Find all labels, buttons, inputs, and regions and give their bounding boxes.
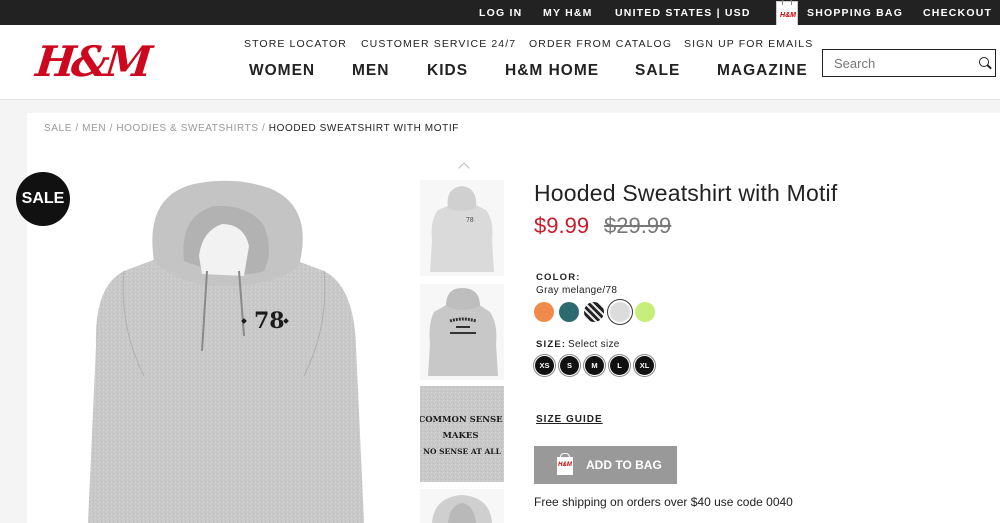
breadcrumb-current: HOODED SWEATSHIRT WITH MOTIF bbox=[268, 123, 459, 134]
breadcrumb-separator: / bbox=[262, 123, 266, 134]
breadcrumb-separator: / bbox=[75, 123, 79, 134]
thumbnail-back[interactable] bbox=[420, 284, 504, 380]
size-l[interactable]: L bbox=[610, 356, 629, 375]
color-label: COLOR: bbox=[536, 272, 581, 283]
nav-women[interactable]: WOMEN bbox=[249, 62, 315, 80]
size-xs[interactable]: XS bbox=[535, 356, 554, 375]
order-catalog-link[interactable]: ORDER FROM CATALOG bbox=[529, 38, 672, 50]
nav-hm-home[interactable]: H&M HOME bbox=[505, 62, 599, 80]
print-line-2: MAKES bbox=[443, 431, 479, 441]
breadcrumb-men[interactable]: MEN bbox=[82, 123, 106, 134]
nav-men[interactable]: MEN bbox=[352, 62, 389, 80]
add-to-bag-label: ADD TO BAG bbox=[586, 458, 662, 472]
print-line-3: NO SENSE AT ALL bbox=[423, 447, 501, 456]
my-hm-link[interactable]: MY H&M bbox=[543, 7, 593, 19]
nav-magazine[interactable]: MAGAZINE bbox=[717, 62, 808, 80]
size-label: SIZE: bbox=[536, 339, 567, 350]
swatch-orange[interactable] bbox=[534, 302, 554, 322]
shipping-note: Free shipping on orders over $40 use cod… bbox=[534, 495, 793, 509]
country-selector[interactable]: UNITED STATES | USD bbox=[615, 7, 751, 19]
size-hint: Select size bbox=[568, 339, 620, 350]
breadcrumb-sale[interactable]: SALE bbox=[44, 123, 72, 134]
selected-color: Gray melange/78 bbox=[536, 285, 618, 296]
thumbnail-print-78: 78 bbox=[466, 217, 474, 224]
sign-up-emails-link[interactable]: SIGN UP FOR EMAILS bbox=[684, 38, 813, 50]
swatch-black-pattern[interactable] bbox=[584, 302, 604, 322]
add-bag-icon-logo: H&M bbox=[558, 462, 572, 468]
search-box bbox=[822, 49, 996, 77]
print-78: 78 bbox=[254, 308, 285, 334]
search-input[interactable] bbox=[823, 50, 973, 76]
top-utility-bar: LOG IN MY H&M UNITED STATES | USD H&M SH… bbox=[0, 0, 1000, 29]
swatch-light-gray[interactable] bbox=[610, 302, 630, 322]
sale-badge: SALE bbox=[16, 172, 70, 226]
breadcrumb-hoodies[interactable]: HOODIES & SWEATSHIRTS bbox=[116, 123, 258, 134]
thumbnail-front[interactable]: 78 bbox=[420, 180, 504, 276]
shopping-bag-icon: H&M bbox=[557, 453, 573, 475]
shopping-bag-link[interactable]: SHOPPING BAG bbox=[807, 7, 903, 19]
thumbnail-hood[interactable] bbox=[420, 489, 504, 523]
search-icon[interactable] bbox=[979, 57, 989, 67]
customer-service-link[interactable]: CUSTOMER SERVICE 24/7 bbox=[361, 38, 516, 50]
login-link[interactable]: LOG IN bbox=[479, 7, 522, 19]
swatch-lime[interactable] bbox=[635, 302, 655, 322]
size-guide-link[interactable]: SIZE GUIDE bbox=[536, 414, 603, 425]
product-title: Hooded Sweatshirt with Motif bbox=[534, 180, 838, 206]
hm-logo[interactable]: H&M bbox=[33, 37, 150, 86]
sale-price: $9.99 bbox=[534, 213, 590, 238]
bag-icon-logo: H&M bbox=[780, 12, 796, 19]
checkout-link[interactable]: CHECKOUT bbox=[923, 7, 992, 19]
breadcrumb-separator: / bbox=[109, 123, 113, 134]
size-xl[interactable]: XL bbox=[635, 356, 654, 375]
size-s[interactable]: S bbox=[560, 356, 579, 375]
original-price: $29.99 bbox=[604, 213, 672, 238]
nav-sale[interactable]: SALE bbox=[635, 62, 680, 80]
thumbnail-print-detail[interactable]: COMMON SENSE MAKES NO SENSE AT ALL bbox=[420, 386, 504, 482]
product-main-image[interactable]: 78 bbox=[84, 176, 364, 523]
store-locator-link[interactable]: STORE LOCATOR bbox=[244, 38, 347, 50]
breadcrumb: SALE / MEN / HOODIES & SWEATSHIRTS / HOO… bbox=[44, 123, 459, 134]
size-m[interactable]: M bbox=[585, 356, 604, 375]
add-to-bag-button[interactable]: H&M ADD TO BAG bbox=[534, 446, 677, 484]
nav-kids[interactable]: KIDS bbox=[427, 62, 468, 80]
print-line-1: COMMON SENSE bbox=[420, 415, 503, 425]
swatch-teal[interactable] bbox=[559, 302, 579, 322]
site-header: H&M STORE LOCATOR CUSTOMER SERVICE 24/7 … bbox=[0, 25, 1000, 100]
